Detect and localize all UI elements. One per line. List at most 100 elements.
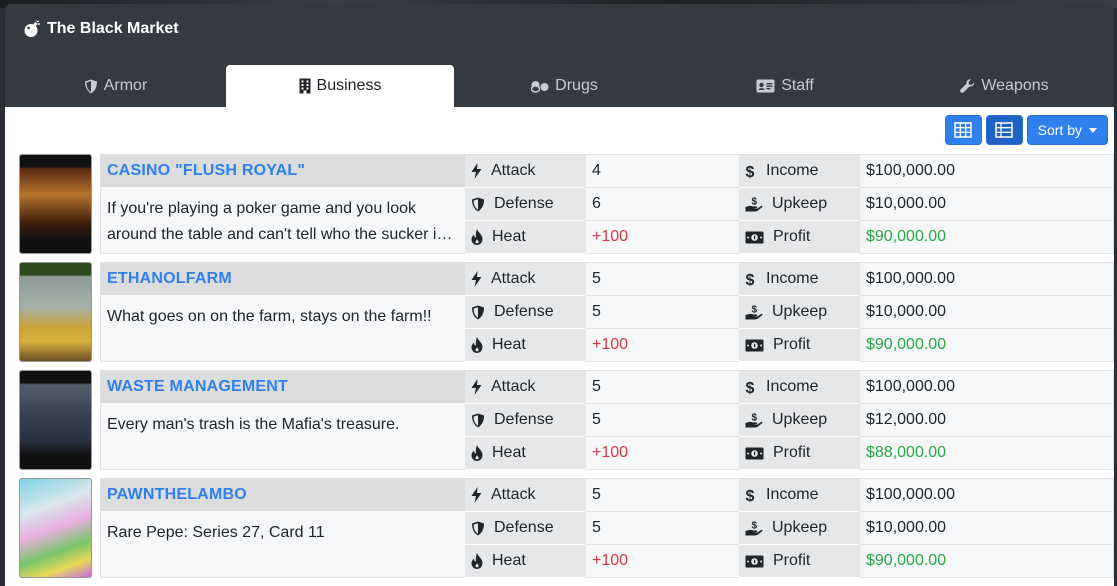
bomb-icon: [24, 20, 40, 37]
item-card[interactable]: ETHANOLFARM What goes on on the farm, st…: [19, 262, 1114, 362]
income-label: $ Income: [739, 371, 859, 404]
defense-label: Defense: [465, 188, 585, 221]
stat-label-text: Upkeep: [772, 519, 828, 536]
grid-icon: [954, 122, 972, 138]
attack-label: Attack: [465, 479, 585, 512]
bolt-icon: [471, 163, 482, 179]
fire-icon: [471, 337, 483, 353]
item-details: CASINO "FLUSH ROYAL" If you're playing a…: [100, 154, 1114, 254]
item-card-image: [19, 154, 92, 254]
item-name[interactable]: PAWNTHELAMBO: [107, 486, 247, 504]
item-name[interactable]: CASINO "FLUSH ROYAL": [107, 162, 305, 180]
stat-label-text: Upkeep: [772, 303, 828, 320]
dollar-icon: $: [746, 380, 755, 395]
hand-holding-usd-icon: $: [745, 197, 763, 212]
income-value: $100,000.00: [859, 263, 1113, 296]
grid-view-button[interactable]: [944, 115, 982, 145]
item-name-cell: CASINO "FLUSH ROYAL": [101, 155, 465, 187]
bolt-icon: [471, 379, 482, 395]
defense-value: 5: [585, 512, 739, 545]
item-card[interactable]: WASTE MANAGEMENT Every man's trash is th…: [19, 370, 1114, 470]
attack-label: Attack: [465, 371, 585, 404]
tab-armor[interactable]: Armor: [5, 65, 226, 107]
attack-value: 5: [585, 479, 739, 512]
upkeep-value: $12,000.00: [859, 404, 1113, 437]
stat-label-text: Heat: [492, 336, 526, 353]
upkeep-label: $ Upkeep: [739, 404, 859, 437]
stat-label-text: Defense: [494, 195, 554, 212]
item-card[interactable]: CASINO "FLUSH ROYAL" If you're playing a…: [19, 154, 1114, 254]
stat-label-text: Heat: [492, 228, 526, 245]
tab-business[interactable]: Business: [226, 65, 454, 107]
svg-text:$: $: [752, 521, 758, 532]
defense-label: Defense: [465, 404, 585, 437]
hand-holding-usd-icon: $: [745, 305, 763, 320]
item-card-image: [19, 478, 92, 578]
tab-label: Weapons: [981, 77, 1049, 94]
tab-drugs[interactable]: Drugs: [454, 65, 675, 107]
fire-icon: [471, 553, 483, 569]
stat-label-text: Income: [766, 162, 819, 179]
upkeep-value: $10,000.00: [859, 188, 1113, 221]
defense-value: 5: [585, 296, 739, 329]
stat-label-text: Profit: [773, 336, 811, 353]
heat-label: Heat: [465, 221, 585, 254]
item-name-cell: WASTE MANAGEMENT: [101, 371, 465, 403]
tab-label: Drugs: [555, 77, 598, 94]
business-panel: Sort by CASINO "FLUSH ROYAL" If you're p…: [5, 107, 1114, 586]
item-name[interactable]: ETHANOLFARM: [107, 270, 232, 288]
upkeep-value: $10,000.00: [859, 296, 1113, 329]
stat-label-text: Defense: [494, 519, 554, 536]
upkeep-value: $10,000.00: [859, 512, 1113, 545]
item-description: If you're playing a poker game and you l…: [101, 187, 465, 253]
stat-label-text: Defense: [494, 303, 554, 320]
item-name[interactable]: WASTE MANAGEMENT: [107, 378, 288, 396]
hand-holding-usd-icon: $: [745, 413, 763, 428]
income-label: $ Income: [739, 479, 859, 512]
item-description: Every man's trash is the Mafia's treasur…: [101, 403, 465, 469]
heat-value: +100: [585, 329, 739, 362]
item-description: What goes on on the farm, stays on the f…: [101, 295, 465, 361]
attack-value: 5: [585, 371, 739, 404]
stat-label-text: Upkeep: [772, 195, 828, 212]
dollar-icon: $: [746, 488, 755, 503]
tab-label: Staff: [781, 77, 814, 94]
svg-text:$: $: [752, 197, 758, 208]
wrench-icon: [960, 78, 975, 93]
stat-label-text: Profit: [773, 444, 811, 461]
shield-icon: [472, 521, 484, 535]
heat-value: +100: [585, 437, 739, 470]
app-title: The Black Market: [47, 20, 179, 37]
svg-text:$: $: [746, 380, 755, 395]
svg-text:$: $: [746, 164, 755, 179]
upkeep-label: $ Upkeep: [739, 188, 859, 221]
profit-value: $90,000.00: [859, 221, 1113, 254]
table-view-button[interactable]: [985, 115, 1023, 145]
shield-icon: [472, 197, 484, 211]
tab-weapons[interactable]: Weapons: [895, 65, 1114, 107]
item-card[interactable]: PAWNTHELAMBO Rare Pepe: Series 27, Card …: [19, 478, 1114, 578]
stat-label-text: Profit: [773, 228, 811, 245]
shield-icon: [472, 413, 484, 427]
defense-label: Defense: [465, 296, 585, 329]
stat-label-text: Income: [766, 486, 819, 503]
stat-label-text: Attack: [491, 270, 536, 287]
item-card-image: [19, 262, 92, 362]
attack-value: 5: [585, 263, 739, 296]
tab-staff[interactable]: Staff: [675, 65, 895, 107]
heat-value: +100: [585, 545, 739, 578]
money-bill-icon: [745, 231, 764, 243]
item-name-cell: ETHANOLFARM: [101, 263, 465, 295]
black-market-window: The Black Market Armor Business Drugs St…: [5, 4, 1114, 586]
caret-down-icon: [1089, 127, 1097, 133]
profit-label: Profit: [739, 329, 859, 362]
income-value: $100,000.00: [859, 371, 1113, 404]
fire-icon: [471, 229, 483, 245]
sort-by-button[interactable]: Sort by: [1026, 115, 1108, 145]
item-name-cell: PAWNTHELAMBO: [101, 479, 465, 511]
stat-label-text: Upkeep: [772, 411, 828, 428]
profit-label: Profit: [739, 221, 859, 254]
stat-label-text: Income: [766, 378, 819, 395]
svg-text:$: $: [746, 272, 755, 287]
money-bill-icon: [745, 447, 764, 459]
